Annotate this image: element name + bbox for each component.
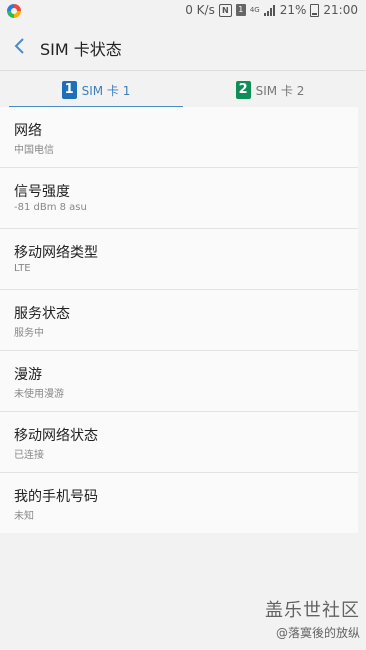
item-value: LTE: [14, 263, 31, 274]
item-value: 中国电信: [14, 145, 54, 156]
item-value: 已连接: [14, 450, 44, 461]
list-item-service-state[interactable]: 服务状态 服务中: [0, 290, 358, 351]
app-notification-icon: [7, 4, 21, 18]
clock: 21:00: [323, 3, 358, 17]
battery-icon: [310, 3, 320, 17]
list-item-phone-number[interactable]: 我的手机号码 未知: [0, 473, 358, 533]
item-title: 我的手机号码: [14, 489, 98, 505]
list-item-mobile-network-state[interactable]: 移动网络状态 已连接: [0, 412, 358, 473]
app-bar: SIM 卡状态: [0, 24, 366, 70]
watermark: 盖乐世社区 @落寞後的放纵: [265, 596, 360, 641]
page-title: SIM 卡状态: [40, 40, 122, 59]
sim-1-badge-icon: 1: [61, 81, 77, 99]
item-title: 服务状态: [14, 306, 70, 322]
sim-2-badge-icon: 2: [235, 81, 251, 99]
chevron-left-icon: [14, 38, 24, 54]
item-value: 服务中: [14, 328, 44, 339]
status-bar: 0 K/s N 1 4G 21% 21:00: [0, 0, 366, 24]
back-button[interactable]: [8, 34, 32, 58]
item-title: 移动网络状态: [14, 428, 98, 444]
signal-icon: [263, 4, 276, 16]
tab-sim-2-label: SIM 卡 2: [255, 83, 305, 98]
sim-indicator-icon: 1: [235, 4, 246, 16]
tab-sim-1[interactable]: 1 SIM 卡 1: [9, 71, 183, 109]
item-value: -81 dBm 8 asu: [14, 202, 87, 213]
item-value: 未使用漫游: [14, 389, 64, 400]
item-title: 移动网络类型: [14, 245, 98, 261]
battery-percent: 21%: [279, 3, 307, 17]
list-item-network-type[interactable]: 移动网络类型 LTE: [0, 229, 358, 290]
status-indicators: 0 K/s N 1 4G 21% 21:00: [185, 3, 358, 17]
list-item-network[interactable]: 网络 中国电信: [0, 107, 358, 168]
item-title: 信号强度: [14, 184, 70, 200]
watermark-title: 盖乐世社区: [265, 600, 360, 621]
list-item-roaming[interactable]: 漫游 未使用漫游: [0, 351, 358, 412]
sim-tabs: 1 SIM 卡 1 2 SIM 卡 2: [0, 70, 366, 109]
list-item-signal-strength[interactable]: 信号强度 -81 dBm 8 asu: [0, 168, 358, 229]
item-title: 漫游: [14, 367, 42, 383]
network-speed: 0 K/s: [185, 3, 215, 17]
network-type: 4G: [249, 5, 260, 14]
tab-sim-1-label: SIM 卡 1: [81, 83, 131, 98]
item-title: 网络: [14, 123, 42, 139]
sim-status-list: 网络 中国电信 信号强度 -81 dBm 8 asu 移动网络类型 LTE 服务…: [0, 107, 358, 533]
watermark-user: @落寞後的放纵: [275, 626, 360, 640]
item-value: 未知: [14, 511, 34, 522]
tab-sim-2[interactable]: 2 SIM 卡 2: [183, 71, 357, 109]
nfc-icon: N: [218, 3, 232, 17]
